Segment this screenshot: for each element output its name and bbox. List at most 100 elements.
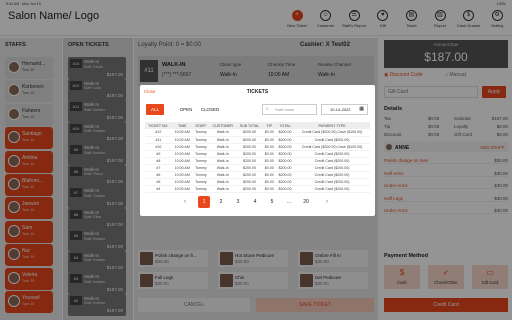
table-cell: $200.00: [275, 178, 295, 186]
page-button[interactable]: 2: [215, 196, 227, 208]
table-cell: #11: [145, 136, 172, 144]
table-cell: 10:00 AM: [171, 171, 193, 179]
table-cell: Walk-In: [209, 171, 237, 179]
table-cell: #7: [145, 164, 172, 172]
date-picker[interactable]: 10-14-2022 ▦: [321, 104, 368, 115]
table-cell: Credit Card ($200.00): [294, 157, 370, 165]
column-header: CUSTOMER: [209, 122, 237, 129]
table-row[interactable]: #6 10:00 AM Tommy Walk-In $200.00 $0.00 $200.0…: [145, 171, 370, 179]
table-cell: $0.00: [262, 164, 276, 172]
table-cell: $200.00: [236, 136, 263, 144]
column-header: TOTAL: [275, 122, 295, 129]
table-cell: Credit Card ($200.00): [294, 185, 370, 193]
table-cell: 10:00 AM: [171, 143, 193, 151]
table-cell: Walk-In: [209, 150, 237, 158]
table-cell: Credit Card ($200.00): [294, 171, 370, 179]
prev-page-icon[interactable]: ‹: [184, 196, 186, 208]
table-cell: Tommy: [192, 178, 210, 186]
table-row[interactable]: #9 10:00 AM Tommy Walk-In $200.00 $0.00 $200.0…: [145, 150, 370, 158]
modal-title: TICKETS: [246, 89, 269, 95]
table-cell: Walk-In: [209, 129, 237, 137]
table-cell: Credit Card ($200.00) Cash ($100.00): [294, 129, 370, 137]
table-cell: $0.00: [262, 136, 276, 144]
table-cell: Walk-In: [209, 185, 237, 193]
column-header: PAYMENT TYPE: [294, 122, 370, 129]
page-button[interactable]: 3: [232, 196, 244, 208]
table-cell: #4: [145, 185, 172, 193]
column-header: TIME: [171, 122, 193, 129]
table-cell: Tommy: [192, 129, 210, 137]
filter-all[interactable]: ALL: [146, 104, 164, 115]
table-cell: $200.00: [236, 157, 263, 165]
page-button[interactable]: ...: [283, 196, 295, 208]
column-header: TIP: [262, 122, 276, 129]
table-cell: Tommy: [192, 150, 210, 158]
tickets-table: TICKET NO. TIME STAFF CUSTOMER SUB TOTAL TIP T…: [145, 122, 370, 193]
table-cell: 10:00 AM: [171, 136, 193, 144]
table-cell: $0.00: [262, 157, 276, 165]
table-cell: $200.00: [236, 171, 263, 179]
table-cell: $200.00: [236, 150, 263, 158]
table-cell: $200.00: [275, 129, 295, 137]
table-cell: 10:00 AM: [171, 164, 193, 172]
table-cell: Tommy: [192, 171, 210, 179]
table-cell: $0.00: [262, 171, 276, 179]
calendar-icon: ▦: [359, 106, 364, 112]
table-cell: #9: [145, 150, 172, 158]
filter-closed[interactable]: CLOSED: [198, 104, 222, 115]
table-cell: Walk-In: [209, 136, 237, 144]
table-cell: Walk-In: [209, 143, 237, 151]
table-cell: 10:00 AM: [171, 150, 193, 158]
staff-search[interactable]: ⌕ Staff name: [262, 104, 317, 115]
table-cell: $200.00: [236, 143, 263, 151]
table-cell: 10:00 AM: [171, 185, 193, 193]
table-cell: Tommy: [192, 143, 210, 151]
table-cell: Walk-In: [209, 157, 237, 165]
next-page-icon[interactable]: ›: [326, 196, 328, 208]
page-button[interactable]: 4: [249, 196, 261, 208]
table-row[interactable]: #4 10:00 AM Tommy Walk-In $200.00 $0.00 $200.0…: [145, 185, 370, 193]
table-cell: #12: [145, 129, 172, 137]
table-cell: $200.00: [275, 185, 295, 193]
table-row[interactable]: #7 10:00 AM Tommy Walk-In $200.00 $0.00 $200.0…: [145, 164, 370, 172]
table-cell: 10:00 AM: [171, 129, 193, 137]
table-cell: Tommy: [192, 185, 210, 193]
table-cell: $200.00: [275, 136, 295, 144]
modal-close-button[interactable]: Close: [144, 89, 156, 94]
column-header: TICKET NO.: [145, 122, 172, 129]
table-cell: $200.00: [236, 178, 263, 186]
column-header: SUB TOTAL: [236, 122, 263, 129]
table-cell: $200.00: [275, 143, 295, 151]
table-cell: $200.00: [275, 157, 295, 165]
search-icon: ⌕: [266, 106, 269, 112]
table-row[interactable]: #12 10:00 AM Tommy Walk-In $200.00 $0.00 $200.…: [145, 129, 370, 137]
table-cell: Walk-In: [209, 178, 237, 186]
table-cell: $0.00: [262, 150, 276, 158]
table-cell: $200.00: [236, 164, 263, 172]
page-button[interactable]: 1: [198, 196, 210, 208]
table-cell: 10:00 AM: [171, 178, 193, 186]
table-row[interactable]: #11 10:00 AM Tommy Walk-In $200.00 $0.00 $200.…: [145, 136, 370, 144]
staff-search-placeholder: Staff name: [275, 107, 295, 112]
page-button[interactable]: 5: [266, 196, 278, 208]
table-cell: Credit Card ($200.00): [294, 150, 370, 158]
filter-open[interactable]: OPEN: [176, 104, 196, 115]
table-cell: $200.00: [275, 150, 295, 158]
table-cell: $0.00: [262, 143, 276, 151]
table-cell: Tommy: [192, 136, 210, 144]
table-cell: #10: [145, 143, 172, 151]
table-cell: $0.00: [262, 129, 276, 137]
page-button[interactable]: 20: [300, 196, 312, 208]
table-cell: Credit Card ($200.00): [294, 136, 370, 144]
table-header: TICKET NO. TIME STAFF CUSTOMER SUB TOTAL TIP T…: [145, 122, 370, 129]
table-row[interactable]: #5 10:00 AM Tommy Walk-In $200.00 $0.00 $200.0…: [145, 178, 370, 186]
table-cell: 10:00 AM: [171, 157, 193, 165]
table-cell: $200.00: [236, 129, 263, 137]
date-value: 10-14-2022: [330, 107, 351, 112]
table-row[interactable]: #8 10:00 AM Tommy Walk-In $200.00 $0.00 $200.0…: [145, 157, 370, 165]
table-cell: Credit Card ($200.00): [294, 164, 370, 172]
column-header: STAFF: [192, 122, 210, 129]
tickets-modal: TICKETS Close ALL OPEN CLOSED ⌕ Staff na…: [140, 85, 375, 216]
table-cell: #8: [145, 157, 172, 165]
table-row[interactable]: #10 10:00 AM Tommy Walk-In $200.00 $0.00 $200.…: [145, 143, 370, 151]
